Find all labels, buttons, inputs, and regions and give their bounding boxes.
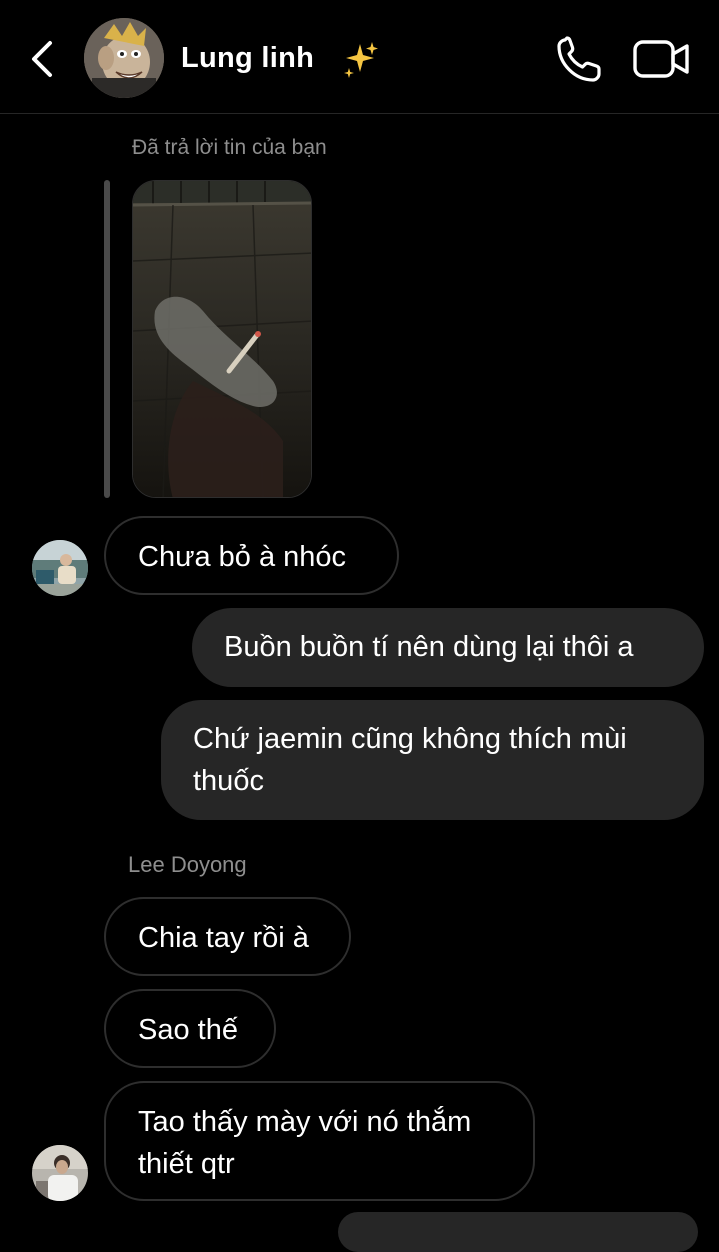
chat-header: Lung linh bbox=[0, 0, 719, 114]
photo-thumbnail bbox=[133, 181, 311, 497]
message-text: Buồn buồn tí nên dùng lại thôi a bbox=[224, 631, 634, 663]
phone-icon bbox=[557, 36, 601, 82]
message-text: Sao thế bbox=[138, 1014, 238, 1046]
avatar-image bbox=[32, 1145, 88, 1201]
incoming-message[interactable]: Chia tay rồi à bbox=[104, 897, 351, 976]
avatar-image bbox=[32, 540, 88, 596]
sender-avatar[interactable] bbox=[32, 540, 88, 596]
video-call-button[interactable] bbox=[632, 38, 692, 82]
reply-label: Đã trả lời tin của bạn bbox=[132, 136, 327, 159]
voice-call-button[interactable] bbox=[555, 36, 605, 84]
outgoing-message[interactable]: Buồn buồn tí nên dùng lại thôi a bbox=[192, 608, 704, 687]
message-text: Tao thấy mày với nó thắm thiết qtr bbox=[138, 1106, 472, 1180]
incoming-message[interactable]: Tao thấy mày với nó thắm thiết qtr bbox=[104, 1081, 535, 1201]
replied-photo[interactable] bbox=[132, 180, 312, 498]
message-text: Chưa bỏ à nhóc bbox=[138, 541, 347, 573]
outgoing-message-partial[interactable] bbox=[338, 1212, 698, 1252]
video-camera-icon bbox=[633, 40, 689, 78]
incoming-message[interactable]: Sao thế bbox=[104, 989, 276, 1068]
reply-indicator-bar bbox=[104, 180, 110, 498]
contact-name[interactable]: Lung linh bbox=[181, 42, 314, 75]
outgoing-message[interactable]: Chứ jaemin cũng không thích mùi thuốc bbox=[161, 700, 704, 820]
back-button[interactable] bbox=[22, 36, 62, 82]
incoming-message[interactable]: Chưa bỏ à nhóc bbox=[104, 516, 399, 595]
sender-name: Lee Doyong bbox=[128, 852, 247, 877]
sender-avatar[interactable] bbox=[32, 1145, 88, 1201]
message-text: Chứ jaemin cũng không thích mùi thuốc bbox=[193, 723, 627, 797]
contact-avatar[interactable] bbox=[84, 18, 164, 98]
sparkles-icon bbox=[344, 42, 378, 78]
chevron-left-icon bbox=[32, 41, 52, 77]
message-text: Chia tay rồi à bbox=[138, 922, 309, 954]
avatar-image bbox=[84, 18, 164, 98]
